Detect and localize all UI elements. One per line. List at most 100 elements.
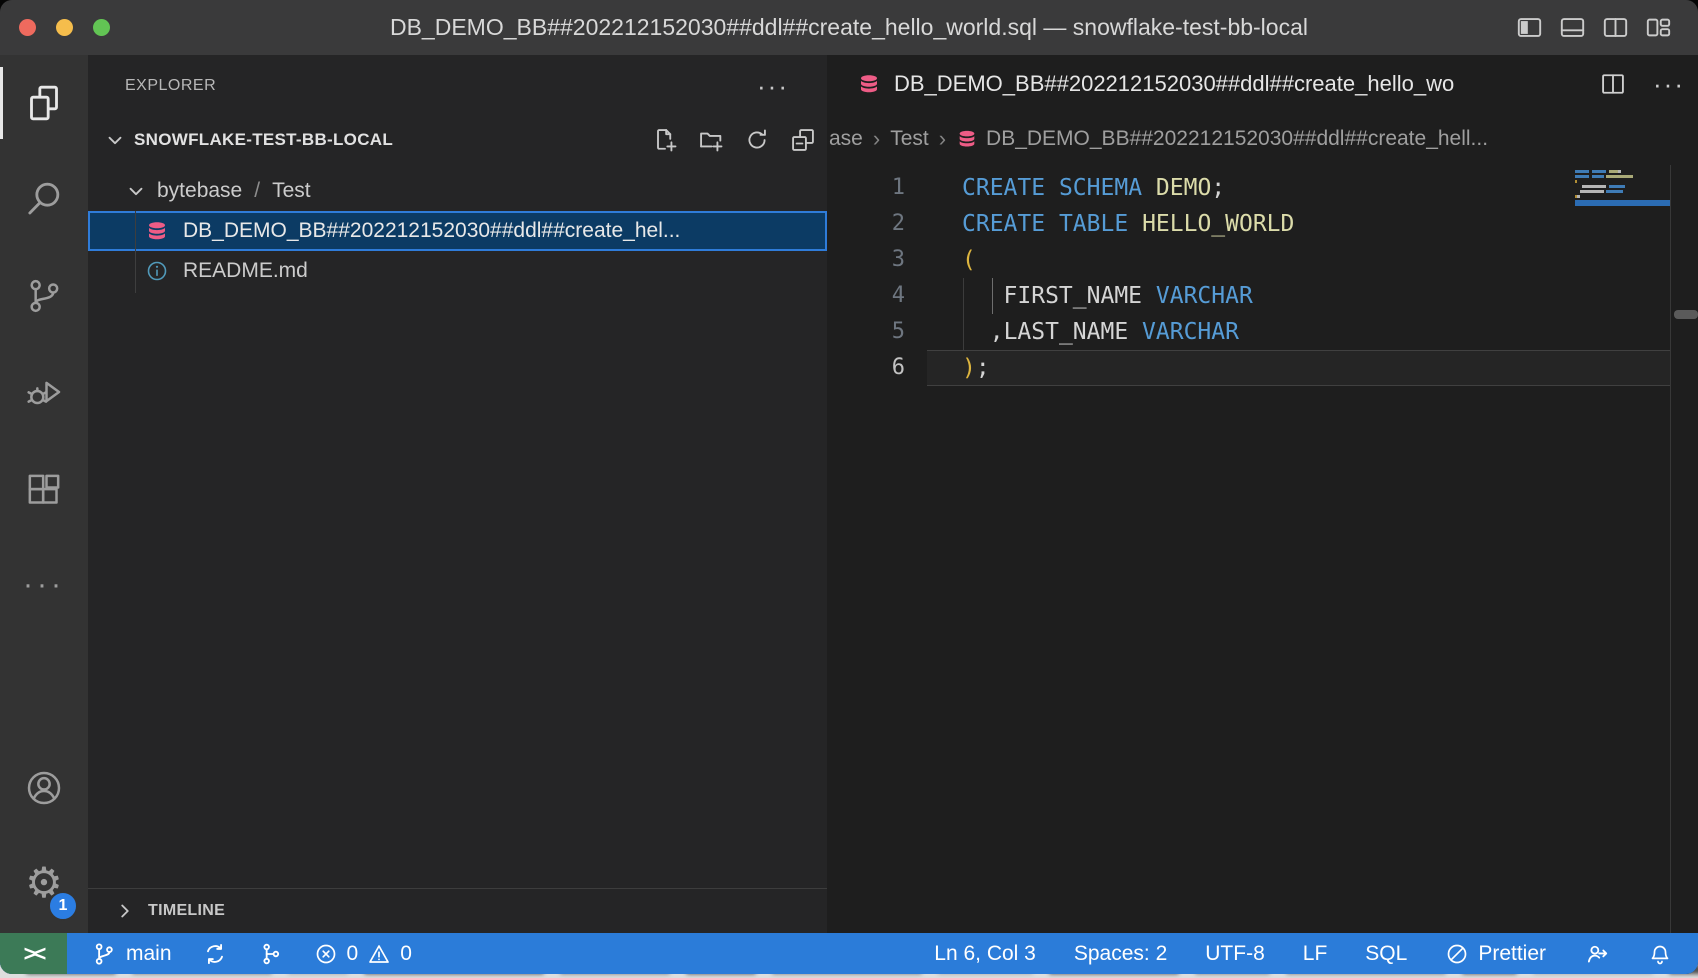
minimap[interactable] xyxy=(1575,170,1670,206)
code-line: FIRST_NAME VARCHAR xyxy=(962,278,1253,314)
ellipsis-icon: ··· xyxy=(23,568,65,602)
activity-bar-item-search[interactable] xyxy=(0,154,88,242)
explorer-icon xyxy=(24,83,64,123)
eol-status[interactable]: LF xyxy=(1303,942,1328,966)
tab-label: DB_DEMO_BB##202212152030##ddl##create_he… xyxy=(894,71,1454,97)
run-debug-icon xyxy=(24,372,64,412)
formatter-name: Prettier xyxy=(1478,942,1546,966)
git-branch-icon xyxy=(91,941,117,967)
minimap-line xyxy=(1575,190,1670,193)
indentation-status[interactable]: Spaces: 2 xyxy=(1074,942,1167,966)
minimap-line xyxy=(1575,180,1670,183)
new-folder-icon[interactable] xyxy=(697,126,725,154)
workspace-name: SNOWFLAKE-TEST-BB-LOCAL xyxy=(134,130,393,150)
customize-layout-icon[interactable] xyxy=(1645,14,1672,41)
line-number: 3 xyxy=(827,242,905,278)
sidebar-explorer: EXPLORER ··· SNOWFLAKE-TEST-BB-LOCAL byt… xyxy=(88,55,827,933)
scrollbar-thumb[interactable] xyxy=(1674,310,1698,319)
person-feedback-icon xyxy=(1584,941,1610,967)
line-number: 2 xyxy=(827,206,905,242)
tab-bar: DB_DEMO_BB##202212152030##ddl##create_he… xyxy=(827,55,1698,113)
breadcrumb-item[interactable]: Test xyxy=(890,127,929,151)
feedback-status[interactable] xyxy=(1584,941,1610,967)
activity-bar-item-accounts[interactable] xyxy=(0,744,88,832)
formatter-status[interactable]: Prettier xyxy=(1445,942,1546,966)
line-number: 5 xyxy=(827,314,905,350)
explorer-more-actions-icon[interactable]: ··· xyxy=(757,71,789,102)
tree-file[interactable]: DB_DEMO_BB##202212152030##ddl##create_he… xyxy=(88,211,827,251)
slash-circle-icon xyxy=(1445,942,1469,966)
zoom-button[interactable] xyxy=(93,19,110,36)
editor-actions: ··· xyxy=(1599,55,1685,113)
editor-group: DB_DEMO_BB##202212152030##ddl##create_he… xyxy=(827,55,1698,933)
sync-status[interactable] xyxy=(202,941,228,967)
workbench: ···⚙1 EXPLORER ··· SNOWFLAKE-TEST-BB-LOC… xyxy=(0,55,1698,933)
editor-more-actions-icon[interactable]: ··· xyxy=(1653,69,1685,100)
sync-icon xyxy=(202,941,228,967)
language-status[interactable]: SQL xyxy=(1365,942,1407,966)
branch-name: main xyxy=(126,942,172,966)
source-control-graph-status[interactable] xyxy=(258,941,284,967)
timeline-label: TIMELINE xyxy=(148,902,225,920)
accounts-icon xyxy=(24,768,64,808)
file-tree: bytebase/Test DB_DEMO_BB##202212152030##d… xyxy=(88,171,827,291)
activity-bar-item-source-control[interactable] xyxy=(0,252,88,340)
tree-file[interactable]: README.md xyxy=(88,251,827,291)
workspace-section-header[interactable]: SNOWFLAKE-TEST-BB-LOCAL xyxy=(88,117,827,163)
minimap-line xyxy=(1575,175,1670,178)
activity-bar-item-more-actions[interactable]: ··· xyxy=(0,541,88,629)
minimap-line xyxy=(1575,185,1670,188)
branch-status[interactable]: main xyxy=(91,941,172,967)
remote-indicator[interactable]: >< xyxy=(0,933,67,974)
collapse-folders-icon[interactable] xyxy=(789,126,817,154)
notifications-status[interactable] xyxy=(1648,942,1672,966)
code-line: CREATE TABLE HELLO_WORLD xyxy=(962,206,1294,242)
window-title: DB_DEMO_BB##202212152030##ddl##create_he… xyxy=(390,14,1308,41)
search-icon xyxy=(24,178,64,218)
problems-status[interactable]: 0 0 xyxy=(314,942,412,966)
breadcrumb-separator: › xyxy=(939,126,946,152)
activity-bar-item-extensions[interactable] xyxy=(0,446,88,534)
database-file-icon xyxy=(145,219,169,243)
chevron-down-icon xyxy=(104,129,126,151)
tree-indent-guide xyxy=(135,211,136,293)
database-file-icon xyxy=(857,72,881,96)
vscode-window: DB_DEMO_BB##202212152030##ddl##create_he… xyxy=(0,0,1698,974)
screen: DB_DEMO_BB##202212152030##ddl##create_he… xyxy=(0,0,1698,978)
explorer-header: EXPLORER ··· xyxy=(88,55,827,117)
breadcrumb-label: DB_DEMO_BB##202212152030##ddl##create_he… xyxy=(986,127,1488,151)
toggle-panel-icon[interactable] xyxy=(1559,14,1586,41)
breadcrumb-item[interactable]: DB_DEMO_BB##202212152030##ddl##create_he… xyxy=(956,127,1488,151)
toggle-secondary-sidebar-icon[interactable] xyxy=(1602,14,1629,41)
tree-folder-bytebase[interactable]: bytebase/Test xyxy=(88,171,827,211)
new-file-icon[interactable] xyxy=(651,126,679,154)
timeline-section-header[interactable]: TIMELINE xyxy=(88,888,827,933)
close-button[interactable] xyxy=(19,19,36,36)
minimap-line xyxy=(1575,195,1670,198)
activity-bar-item-explorer[interactable] xyxy=(0,59,88,147)
status-left: main 0 0 xyxy=(91,941,412,967)
activity-bar-item-run-debug[interactable] xyxy=(0,348,88,436)
breadcrumb-label: ase xyxy=(829,127,863,151)
chevron-down-icon xyxy=(125,180,147,202)
window-controls xyxy=(19,19,110,36)
minimap-current-line xyxy=(1575,200,1670,206)
editor-tab[interactable]: DB_DEMO_BB##202212152030##ddl##create_he… xyxy=(827,55,1567,113)
toggle-primary-sidebar-icon[interactable] xyxy=(1516,14,1543,41)
minimap-line xyxy=(1575,170,1670,173)
database-file-icon xyxy=(956,128,978,150)
encoding-status[interactable]: UTF-8 xyxy=(1205,942,1265,966)
breadcrumb-item[interactable]: ase xyxy=(829,127,863,151)
refresh-explorer-icon[interactable] xyxy=(743,126,771,154)
cursor-position-status[interactable]: Ln 6, Col 3 xyxy=(934,942,1036,966)
file-name: DB_DEMO_BB##202212152030##ddl##create_he… xyxy=(183,219,680,243)
folder-name: bytebase xyxy=(157,179,242,203)
layout-actions xyxy=(1516,14,1672,41)
code-editor[interactable]: 123456 CREATE SCHEMA DEMO;CREATE TABLE H… xyxy=(827,165,1698,933)
source-control-icon xyxy=(24,276,64,316)
minimize-button[interactable] xyxy=(56,19,73,36)
line-number: 6 xyxy=(827,350,905,386)
folder-name: Test xyxy=(272,179,311,203)
warning-icon xyxy=(367,942,391,966)
split-editor-icon[interactable] xyxy=(1599,70,1627,98)
